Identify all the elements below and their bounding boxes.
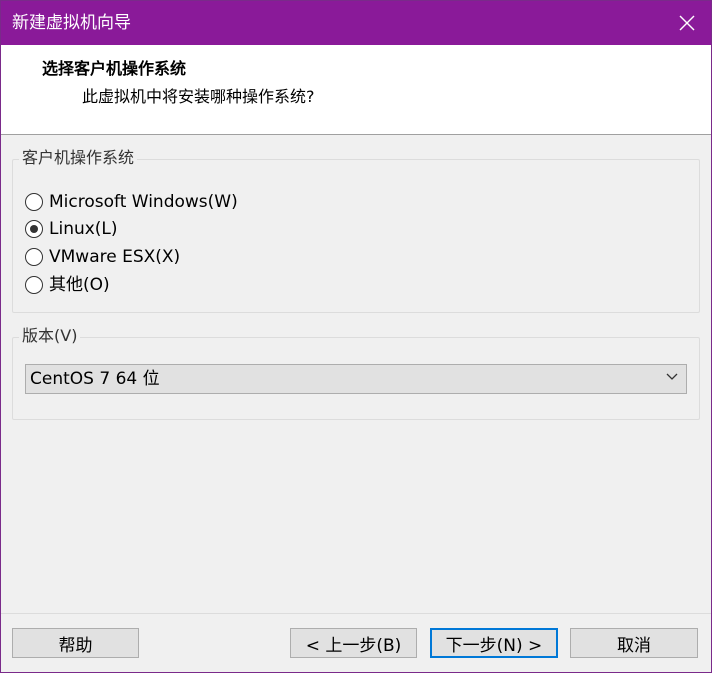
close-button[interactable] bbox=[663, 1, 711, 45]
guest-os-group: 客户机操作系统 Microsoft Windows(W) Linux(L) VM… bbox=[12, 147, 700, 313]
radio-button-vmware-esx[interactable] bbox=[25, 248, 43, 266]
title-bar: 新建虚拟机向导 bbox=[1, 1, 711, 45]
window-title: 新建虚拟机向导 bbox=[12, 13, 131, 33]
version-select-value: CentOS 7 64 位 bbox=[30, 369, 160, 389]
help-button[interactable]: 帮助 bbox=[12, 628, 139, 658]
radio-button-windows[interactable] bbox=[25, 193, 43, 211]
radio-button-linux[interactable] bbox=[25, 220, 43, 238]
radio-option-windows[interactable]: Microsoft Windows(W) bbox=[25, 191, 238, 213]
page-title: 选择客户机操作系统 bbox=[42, 59, 187, 78]
wizard-header: 选择客户机操作系统 此虚拟机中将安装哪种操作系统? bbox=[1, 45, 711, 135]
radio-option-linux[interactable]: Linux(L) bbox=[25, 218, 118, 240]
radio-label-vmware-esx: VMware ESX(X) bbox=[49, 247, 181, 267]
version-select[interactable]: CentOS 7 64 位 bbox=[25, 364, 687, 394]
radio-label-windows: Microsoft Windows(W) bbox=[49, 192, 238, 212]
radio-option-other[interactable]: 其他(O) bbox=[25, 274, 110, 296]
cancel-button[interactable]: 取消 bbox=[570, 628, 698, 658]
back-button[interactable]: < 上一步(B) bbox=[290, 628, 417, 658]
footer-divider bbox=[1, 613, 711, 614]
version-group-label: 版本(V) bbox=[19, 325, 81, 347]
next-button[interactable]: 下一步(N) > bbox=[430, 628, 558, 658]
radio-button-other[interactable] bbox=[25, 276, 43, 294]
wizard-window: 新建虚拟机向导 选择客户机操作系统 此虚拟机中将安装哪种操作系统? 客户机操作系… bbox=[0, 0, 712, 673]
chevron-down-icon bbox=[666, 373, 678, 380]
page-subtitle: 此虚拟机中将安装哪种操作系统? bbox=[82, 87, 315, 106]
guest-os-group-label: 客户机操作系统 bbox=[19, 147, 138, 169]
version-group: 版本(V) CentOS 7 64 位 bbox=[12, 325, 700, 420]
radio-label-linux: Linux(L) bbox=[49, 219, 118, 239]
close-icon bbox=[679, 15, 695, 31]
radio-option-vmware-esx[interactable]: VMware ESX(X) bbox=[25, 246, 180, 268]
radio-label-other: 其他(O) bbox=[49, 275, 110, 295]
